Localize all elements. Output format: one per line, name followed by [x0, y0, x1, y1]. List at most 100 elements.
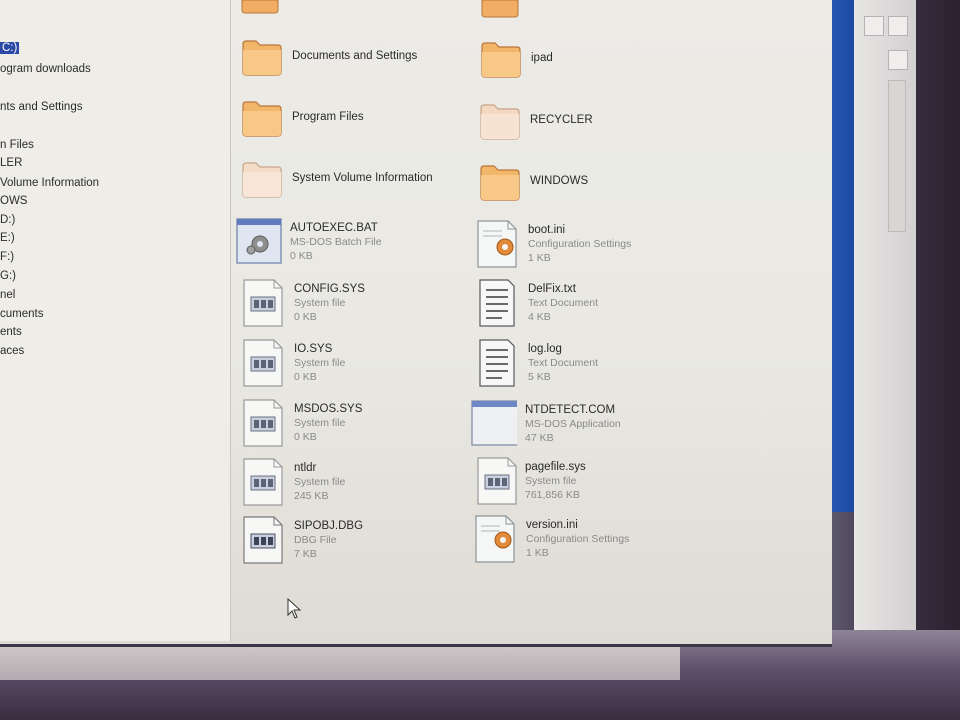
file-name: ntldr — [294, 462, 317, 474]
folder-name: ipad — [531, 52, 553, 64]
tree-item[interactable]: ents — [0, 324, 22, 340]
config-file-icon — [477, 220, 517, 268]
file-size: 7 KB — [294, 548, 317, 560]
text-file-icon — [479, 339, 515, 387]
file-item[interactable]: log.log Text Document 5 KB — [474, 338, 704, 394]
folder-item[interactable]: ipad — [479, 38, 709, 84]
tree-item-drive-f[interactable]: F:) — [0, 249, 14, 265]
folder-icon — [481, 0, 519, 18]
file-type: Text Document — [528, 297, 599, 309]
file-type: System file — [525, 475, 577, 487]
window-button[interactable] — [888, 16, 908, 36]
folder-icon — [481, 42, 521, 78]
tree-item-drive-e[interactable]: E:) — [0, 230, 15, 246]
tree-item[interactable]: nel — [0, 287, 15, 303]
file-type: System file — [294, 357, 346, 369]
folder-icon — [241, 0, 279, 14]
text-file-icon — [479, 279, 515, 327]
background-window — [854, 0, 916, 630]
file-type: MS-DOS Batch File — [290, 236, 382, 248]
file-item[interactable]: boot.ini Configuration Settings 1 KB — [474, 219, 704, 275]
tree-item-drive-c[interactable]: C:) — [0, 40, 20, 56]
file-size: 1 KB — [528, 252, 551, 264]
folder-name: RECYCLER — [530, 114, 593, 126]
file-type: System file — [294, 417, 346, 429]
config-file-icon — [475, 515, 515, 563]
file-size: 4 KB — [528, 311, 551, 323]
folder-name: WINDOWS — [530, 175, 589, 187]
file-size: 0 KB — [294, 311, 317, 323]
file-item[interactable]: DelFix.txt Text Document 4 KB — [474, 278, 704, 334]
scrollbar-thumb[interactable] — [888, 80, 906, 232]
folder-item[interactable]: Program Files — [240, 97, 470, 143]
tree-item[interactable]: OWS — [0, 193, 27, 209]
folder-item[interactable]: WINDOWS — [478, 161, 708, 207]
system-file-icon — [243, 339, 283, 387]
tree-item[interactable]: LER — [0, 155, 22, 171]
file-item[interactable]: IO.SYS System file 0 KB — [240, 338, 470, 394]
file-name: pagefile.sys — [525, 461, 586, 473]
system-file-icon — [477, 457, 517, 505]
file-item[interactable]: CONFIG.SYS System file 0 KB — [240, 278, 470, 334]
window-button[interactable] — [864, 16, 884, 36]
file-size: 5 KB — [528, 371, 551, 383]
tree-item[interactable]: ogram downloads — [0, 61, 91, 77]
file-size: 761,856 KB — [525, 489, 580, 501]
file-name: IO.SYS — [294, 343, 333, 355]
mouse-cursor-icon — [287, 598, 302, 619]
system-file-icon — [243, 458, 283, 506]
folder-icon-faded — [242, 162, 282, 198]
file-item[interactable]: version.ini Configuration Settings 1 KB — [472, 514, 702, 570]
file-size: 245 KB — [294, 490, 329, 502]
file-item[interactable]: SIPOBJ.DBG DBG File 7 KB — [240, 515, 470, 571]
scroll-up-button[interactable] — [888, 50, 908, 70]
folder-item[interactable]: RECYCLER — [478, 100, 708, 146]
file-size: 0 KB — [294, 371, 317, 383]
file-name: DelFix.txt — [528, 283, 576, 295]
taskbar — [0, 644, 680, 680]
folder-item[interactable]: System Volume Information — [240, 158, 470, 204]
folder-tree-pane: C:) ogram downloads nts and Settings n F… — [0, 0, 231, 641]
file-size: 0 KB — [294, 431, 317, 443]
file-name: version.ini — [526, 519, 578, 531]
file-name: CONFIG.SYS — [294, 283, 365, 295]
file-item[interactable]: AUTOEXEC.BAT MS-DOS Batch File 0 KB — [236, 217, 466, 273]
folder-icon — [242, 40, 282, 76]
tree-item[interactable]: Volume Information — [0, 175, 99, 191]
file-size: 1 KB — [526, 547, 549, 559]
tree-item[interactable]: aces — [0, 343, 24, 359]
file-item[interactable]: NTDETECT.COM MS-DOS Application 47 KB — [471, 399, 701, 455]
file-item[interactable]: ntldr System file 245 KB — [240, 457, 470, 513]
tree-item-drive-g[interactable]: G:) — [0, 268, 16, 284]
system-file-icon — [243, 516, 283, 564]
folder-icon — [242, 101, 282, 137]
file-type: Text Document — [528, 357, 599, 369]
file-name: SIPOBJ.DBG — [294, 520, 364, 532]
dos-app-icon — [471, 400, 517, 446]
file-type: Configuration Settings — [528, 238, 632, 250]
folder-icon — [480, 165, 520, 201]
tree-item[interactable]: n Files — [0, 137, 34, 153]
file-item[interactable]: pagefile.sys System file 761,856 KB — [474, 456, 704, 512]
file-type: Configuration Settings — [526, 533, 630, 545]
file-name: boot.ini — [528, 224, 566, 236]
file-size: 0 KB — [290, 250, 313, 262]
folder-item[interactable]: Documents and Settings — [240, 36, 470, 82]
tree-item-drive-d[interactable]: D:) — [0, 212, 15, 228]
file-name: NTDETECT.COM — [525, 404, 616, 416]
folder-icon-faded — [480, 104, 520, 140]
file-name: AUTOEXEC.BAT — [290, 222, 378, 234]
system-file-icon — [243, 279, 283, 327]
file-name: MSDOS.SYS — [294, 403, 363, 415]
file-item[interactable]: MSDOS.SYS System file 0 KB — [240, 398, 470, 454]
folder-name: Documents and Settings — [292, 50, 418, 62]
system-file-icon — [243, 399, 283, 447]
file-type: System file — [294, 476, 346, 488]
file-type: DBG File — [294, 534, 337, 546]
file-type: MS-DOS Application — [525, 418, 621, 430]
file-size: 47 KB — [525, 432, 554, 444]
folder-name: System Volume Information — [292, 172, 433, 184]
tree-item[interactable]: nts and Settings — [0, 99, 82, 115]
file-name: log.log — [528, 343, 562, 355]
tree-item[interactable]: cuments — [0, 306, 43, 322]
